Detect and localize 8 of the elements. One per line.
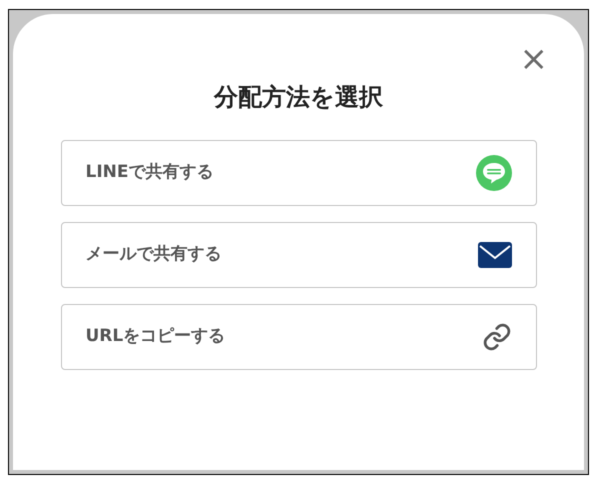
share-option-button[interactable]: URLをコピーする [60,304,536,370]
link-icon [482,322,512,352]
share-option-button[interactable]: メールで共有する [60,222,536,288]
share-option-button[interactable]: LINEで共有する [60,140,536,206]
dialog-title: 分配方法を選択 [214,82,383,113]
close-button[interactable]: × [520,42,548,76]
chat-bubble-icon [476,155,512,191]
envelope-icon [478,242,512,268]
